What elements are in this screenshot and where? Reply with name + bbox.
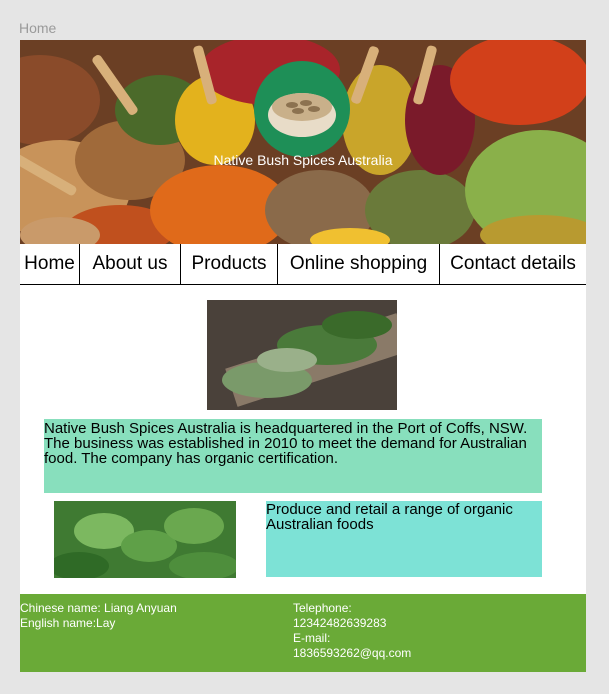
- english-name: English name:Lay: [20, 616, 116, 630]
- intro-text-box: Native Bush Spices Australia is headquar…: [44, 419, 542, 493]
- nav-home[interactable]: Home: [20, 244, 80, 284]
- nav-about-us[interactable]: About us: [80, 244, 181, 284]
- intro-line-1: Native Bush Spices Australia is headquar…: [44, 420, 528, 437]
- footer-contact: Telephone: 12342482639283 E-mail: 183659…: [293, 601, 411, 661]
- banner: Native Bush Spices Australia: [20, 40, 586, 244]
- email-address: 1836593262@qq.com: [293, 646, 412, 660]
- email-label: E-mail:: [293, 631, 331, 645]
- frame-label: Home: [19, 20, 57, 36]
- main-nav: Home About us Products Online shopping C…: [20, 244, 586, 285]
- intro-line-2: The business was established in 2010 to …: [44, 435, 527, 467]
- mint-leaves-photo: [54, 501, 236, 578]
- bowl-of-seeds-logo: [254, 61, 350, 157]
- nav-contact-details[interactable]: Contact details: [440, 244, 586, 284]
- banner-title: Native Bush Spices Australia: [213, 152, 393, 168]
- nav-products[interactable]: Products: [181, 244, 278, 284]
- fresh-herbs-photo: [207, 300, 397, 410]
- produce-text-box: Produce and retail a range of organic Au…: [266, 501, 542, 577]
- nav-online-shopping[interactable]: Online shopping: [278, 244, 440, 284]
- footer-names: Chinese name: Liang Anyuan English name:…: [20, 601, 177, 631]
- telephone-label: Telephone:: [293, 601, 352, 615]
- chinese-name: Chinese name: Liang Anyuan: [20, 601, 177, 615]
- telephone-number: 12342482639283: [293, 616, 387, 630]
- footer: Chinese name: Liang Anyuan English name:…: [20, 594, 586, 672]
- page: Native Bush Spices Australia Home About …: [20, 40, 586, 672]
